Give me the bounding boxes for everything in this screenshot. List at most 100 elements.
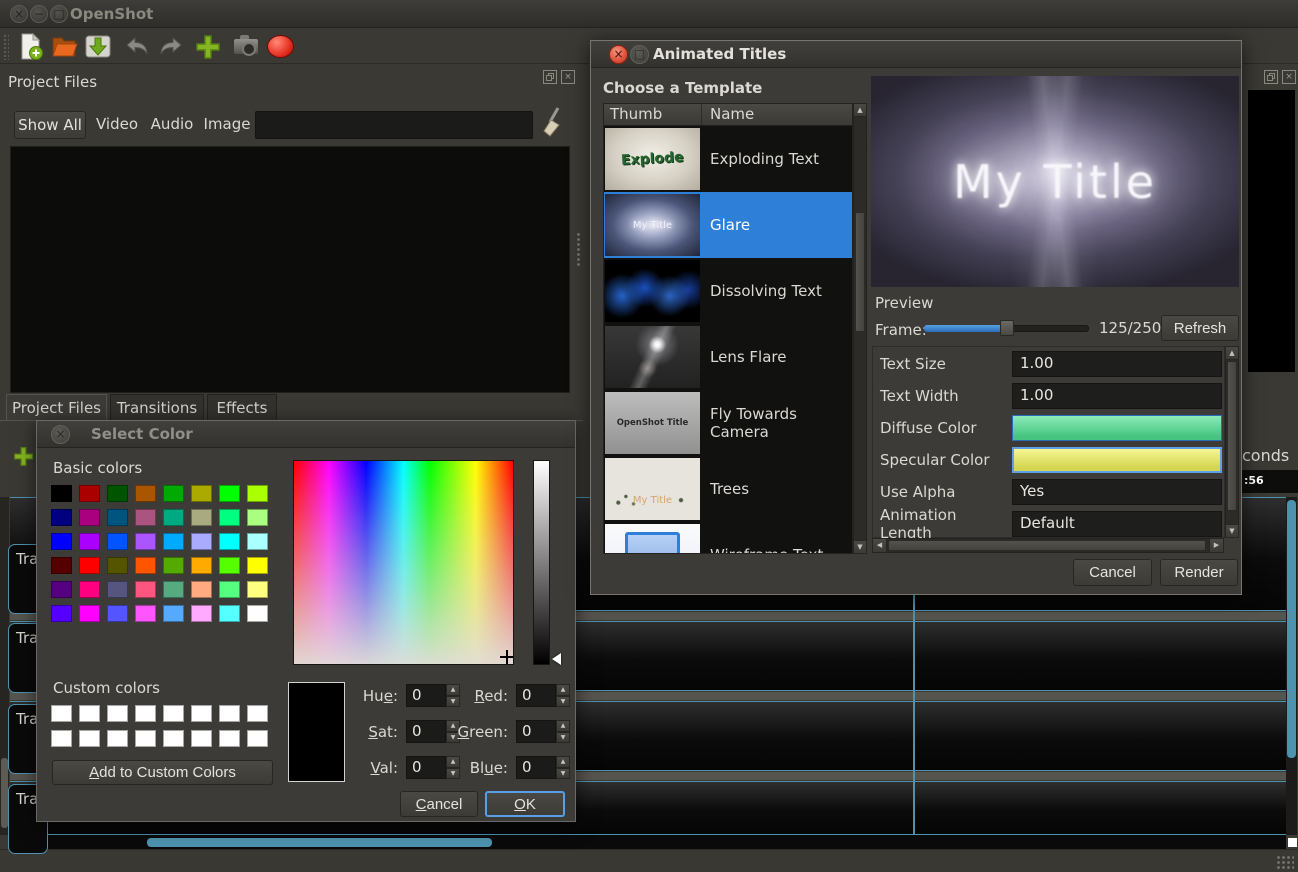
custom-color-swatch[interactable] (107, 730, 128, 747)
scroll-right-icon[interactable]: ▶ (1209, 538, 1224, 553)
properties-hscrollbar[interactable]: ◀ ▶ (872, 538, 1224, 553)
resize-grip[interactable] (1276, 855, 1294, 869)
custom-color-swatch[interactable] (163, 730, 184, 747)
custom-color-swatch[interactable] (163, 705, 184, 722)
dialog-close-icon[interactable]: × (51, 425, 70, 444)
template-row-exploding-text[interactable]: ExplodeExploding Text (604, 126, 852, 192)
basic-color-swatch[interactable] (107, 533, 128, 550)
basic-color-swatch[interactable] (107, 485, 128, 502)
custom-color-swatch[interactable] (79, 705, 100, 722)
dock-float-icon[interactable] (543, 70, 557, 84)
custom-color-swatch[interactable] (51, 705, 72, 722)
custom-color-swatch[interactable] (107, 705, 128, 722)
spin-up-icon[interactable]: ▲ (556, 720, 570, 732)
hue-saturation-map[interactable] (293, 460, 514, 665)
select-color-title-bar[interactable]: × Select Color (37, 421, 575, 448)
filter-image-button[interactable]: Image (202, 115, 252, 133)
spinbox-value[interactable]: 0 (516, 720, 556, 743)
basic-color-swatch[interactable] (219, 509, 240, 526)
basic-color-swatch[interactable] (219, 557, 240, 574)
basic-color-swatch[interactable] (191, 581, 212, 598)
tab-project-files[interactable]: Project Files (6, 394, 107, 421)
template-scrollbar-handle[interactable] (855, 212, 865, 332)
properties-vscrollbar-handle[interactable] (1227, 361, 1237, 511)
custom-color-swatch[interactable] (219, 730, 240, 747)
template-scrollbar[interactable]: ▲ ▼ (853, 103, 867, 554)
basic-color-swatch[interactable] (191, 509, 212, 526)
property-value-field[interactable]: Yes (1012, 479, 1222, 505)
template-row-lens-flare[interactable]: Lens Flare (604, 324, 852, 390)
undo-icon[interactable] (124, 33, 152, 60)
search-input[interactable] (255, 111, 533, 139)
open-project-icon[interactable] (50, 33, 78, 60)
new-project-icon[interactable] (16, 33, 44, 60)
red-spinbox[interactable]: 0▲▼ (516, 684, 570, 707)
basic-color-swatch[interactable] (219, 485, 240, 502)
basic-color-swatch[interactable] (247, 605, 268, 622)
custom-color-swatch[interactable] (247, 730, 268, 747)
custom-color-swatch[interactable] (135, 705, 156, 722)
green-spinbox[interactable]: 0▲▼ (516, 720, 570, 743)
basic-color-swatch[interactable] (107, 605, 128, 622)
tab-effects[interactable]: Effects (207, 394, 277, 421)
property-value-field[interactable]: Default (1012, 511, 1222, 537)
custom-color-swatch[interactable] (191, 705, 212, 722)
basic-color-swatch[interactable] (135, 581, 156, 598)
basic-color-swatch[interactable] (191, 485, 212, 502)
basic-color-swatch[interactable] (51, 581, 72, 598)
template-row-glare[interactable]: My TitleGlare (604, 192, 852, 258)
preview-dock-float-icon[interactable] (1264, 70, 1278, 84)
track-left-scrollbar-handle[interactable] (1, 758, 8, 828)
basic-color-swatch[interactable] (247, 557, 268, 574)
basic-color-swatch[interactable] (135, 509, 156, 526)
template-row-trees[interactable]: My TitleTrees (604, 456, 852, 522)
add-media-icon[interactable] (194, 33, 222, 60)
template-table-header[interactable]: Thumb Name (604, 104, 852, 126)
properties-vscrollbar[interactable]: ▲ ▼ (1225, 346, 1239, 538)
custom-color-swatch[interactable] (191, 730, 212, 747)
filter-video-button[interactable]: Video (92, 115, 142, 133)
basic-color-swatch[interactable] (247, 533, 268, 550)
basic-color-swatch[interactable] (247, 581, 268, 598)
custom-color-swatch[interactable] (247, 705, 268, 722)
column-thumb[interactable]: Thumb (604, 104, 702, 125)
basic-color-swatch[interactable] (51, 485, 72, 502)
window-minimize-icon[interactable]: − (30, 5, 48, 23)
export-video-icon[interactable] (266, 33, 294, 60)
redo-icon[interactable] (156, 33, 184, 60)
column-name[interactable]: Name (702, 104, 852, 125)
property-color-swatch[interactable] (1012, 415, 1222, 441)
basic-color-swatch[interactable] (79, 557, 100, 574)
basic-color-swatch[interactable] (135, 533, 156, 550)
scroll-up-icon[interactable]: ▲ (1225, 346, 1239, 360)
cancel-button[interactable]: Cancel (400, 791, 478, 817)
save-project-icon[interactable] (84, 33, 112, 60)
filter-audio-button[interactable]: Audio (147, 115, 197, 133)
spin-up-icon[interactable]: ▲ (556, 756, 570, 768)
cancel-button[interactable]: Cancel (1073, 559, 1152, 586)
basic-color-swatch[interactable] (51, 557, 72, 574)
basic-color-swatch[interactable] (163, 509, 184, 526)
timeline-hscrollbar-handle[interactable] (147, 838, 492, 847)
spinbox-value[interactable]: 0 (406, 756, 446, 779)
tab-transitions[interactable]: Transitions (110, 394, 204, 421)
basic-color-swatch[interactable] (163, 533, 184, 550)
property-color-swatch[interactable] (1012, 447, 1222, 473)
property-value-field[interactable]: 1.00 (1012, 351, 1222, 377)
basic-color-swatch[interactable] (107, 581, 128, 598)
basic-color-swatch[interactable] (79, 485, 100, 502)
basic-color-swatch[interactable] (163, 557, 184, 574)
spin-down-icon[interactable]: ▼ (556, 732, 570, 744)
spinbox-value[interactable]: 0 (516, 684, 556, 707)
basic-color-swatch[interactable] (79, 533, 100, 550)
basic-color-swatch[interactable] (79, 605, 100, 622)
add-to-custom-colors-button[interactable]: Add to Custom Colors (52, 760, 273, 785)
template-row-wireframe-text[interactable]: Wireframe Text (604, 522, 852, 554)
add-track-icon[interactable] (13, 446, 34, 471)
basic-color-swatch[interactable] (191, 533, 212, 550)
custom-color-swatch[interactable] (79, 730, 100, 747)
basic-color-swatch[interactable] (107, 557, 128, 574)
property-value-field[interactable]: 1.00 (1012, 383, 1222, 409)
value-slider-pointer[interactable] (552, 653, 561, 665)
clear-filter-broom-icon[interactable] (538, 106, 568, 142)
